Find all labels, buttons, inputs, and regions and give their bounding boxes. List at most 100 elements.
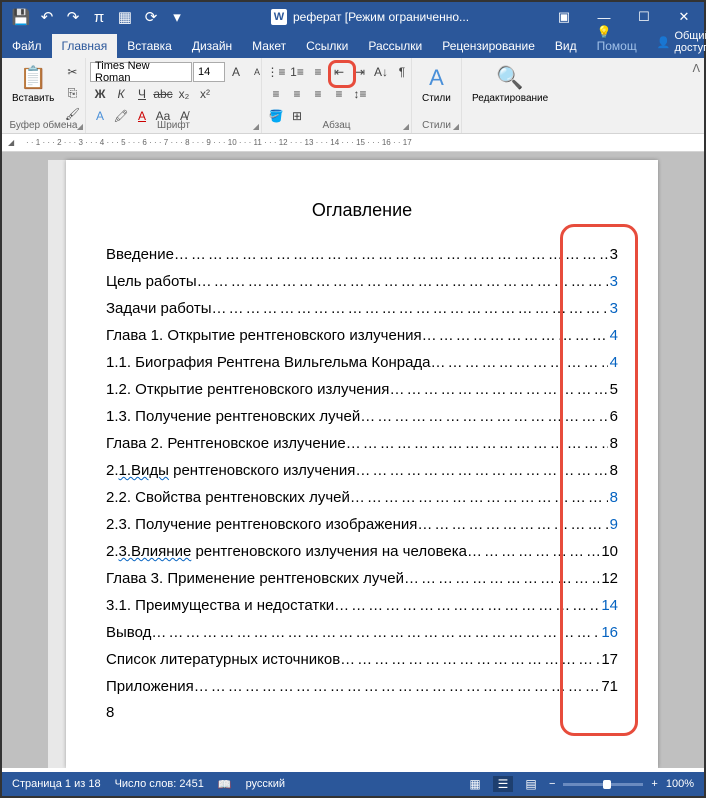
paste-button[interactable]: 📋 Вставить xyxy=(6,62,60,107)
line-spacing-icon[interactable]: ↕≡ xyxy=(350,84,370,104)
show-marks-icon[interactable]: ¶ xyxy=(392,62,412,82)
toc-text: 2.1.Виды рентгеновского излучения xyxy=(106,457,355,484)
tab-mailings[interactable]: Рассылки xyxy=(358,34,432,58)
copy-icon[interactable]: ⎘ xyxy=(62,83,82,103)
toc-text: Приложения xyxy=(106,673,194,700)
multilevel-icon[interactable]: ≡ xyxy=(308,62,328,82)
cut-icon[interactable]: ✂ xyxy=(62,62,82,82)
numbering-icon[interactable]: 1≡ xyxy=(287,62,307,82)
font-name-combo[interactable]: Times New Roman xyxy=(90,62,192,82)
group-label-clipboard: Буфер обмена xyxy=(2,120,85,131)
table-icon[interactable]: ▦ xyxy=(114,6,136,28)
align-center-icon[interactable]: ≡ xyxy=(287,84,307,104)
share-button[interactable]: 👤 Общий доступ xyxy=(647,26,706,58)
annotation-highlight-pages xyxy=(560,224,638,736)
subscript-icon[interactable]: x₂ xyxy=(174,84,194,104)
redo-icon[interactable]: ↷ xyxy=(62,6,84,28)
word-count[interactable]: Число слов: 2451 xyxy=(115,778,204,790)
align-left-icon[interactable]: ≡ xyxy=(266,84,286,104)
vertical-ruler[interactable] xyxy=(48,160,66,768)
ribbon-tabs: Файл Главная Вставка Дизайн Макет Ссылки… xyxy=(2,32,704,58)
web-layout-icon[interactable]: ▤ xyxy=(521,776,541,792)
clipboard-launcher-icon[interactable]: ◢ xyxy=(77,122,83,131)
toc-entry: 1.2. Открытие рентгеновского излучения……… xyxy=(106,376,618,403)
toc-entry: Список литературных источников…………………………… xyxy=(106,646,618,673)
find-icon: 🔍 xyxy=(496,65,523,91)
editing-button[interactable]: 🔍 Редактирование xyxy=(466,62,554,107)
refresh-icon[interactable]: ⟳ xyxy=(140,6,162,28)
language-indicator[interactable]: русский xyxy=(246,778,285,790)
toc-text: Глава 1. Открытие рентгеновского излучен… xyxy=(106,322,422,349)
toc-text: 3.1. Преимущества и недостатки xyxy=(106,592,334,619)
tab-home[interactable]: Главная xyxy=(52,34,118,58)
styles-icon: A xyxy=(429,65,444,91)
ribbon-options-icon[interactable]: ▣ xyxy=(544,2,584,32)
zoom-slider[interactable] xyxy=(563,783,643,786)
tab-help[interactable]: 💡 Помощ xyxy=(587,20,647,58)
sort-icon[interactable]: A↓ xyxy=(371,62,391,82)
tab-references[interactable]: Ссылки xyxy=(296,34,358,58)
pi-icon[interactable]: π xyxy=(88,6,110,28)
styles-button[interactable]: A Стили xyxy=(416,62,457,107)
toc-text: Глава 3. Применение рентгеновских лучей xyxy=(106,565,404,592)
collapse-ribbon-icon[interactable]: ᐱ xyxy=(692,62,700,75)
toc-list: Введение…………………………………………………………………………3Цел… xyxy=(106,241,618,700)
ribbon: 📋 Вставить ✂ ⎘ 🖌 Буфер обмена ◢ Times Ne… xyxy=(2,58,704,134)
zoom-in-icon[interactable]: + xyxy=(651,778,657,790)
group-label-paragraph: Абзац xyxy=(262,120,411,131)
group-editing: 🔍 Редактирование xyxy=(462,58,554,133)
toc-entry: Приложения…………………………………………………………………………71 xyxy=(106,673,618,700)
toc-text: Глава 2. Рентгеновское излучение xyxy=(106,430,346,457)
align-right-icon[interactable]: ≡ xyxy=(308,84,328,104)
toc-text: Список литературных источников xyxy=(106,646,340,673)
bullets-icon[interactable]: ⋮≡ xyxy=(266,62,286,82)
toc-entry: Глава 1. Открытие рентгеновского излучен… xyxy=(106,322,618,349)
read-mode-icon[interactable]: ▦ xyxy=(465,776,485,792)
italic-icon[interactable]: К xyxy=(111,84,131,104)
tab-review[interactable]: Рецензирование xyxy=(432,34,545,58)
superscript-icon[interactable]: x² xyxy=(195,84,215,104)
toc-text: Задачи работы xyxy=(106,295,211,322)
document-page[interactable]: Оглавление Введение………………………………………………………… xyxy=(66,160,658,768)
toc-leader: ………………………………………………………………………… xyxy=(151,619,599,646)
font-launcher-icon[interactable]: ◢ xyxy=(253,122,259,131)
tab-layout[interactable]: Макет xyxy=(242,34,296,58)
toc-entry: 2.3.Влияние рентгеновского излучения на … xyxy=(106,538,618,565)
toc-text: 1.3. Получение рентгеновских лучей xyxy=(106,403,360,430)
group-label-font: Шрифт xyxy=(86,120,261,131)
quick-access-toolbar: 💾 ↶ ↷ π ▦ ⟳ ▾ xyxy=(2,6,196,28)
toc-entry: 2.1.Виды рентгеновского излучения…………………… xyxy=(106,457,618,484)
underline-icon[interactable]: Ч xyxy=(132,84,152,104)
tab-design[interactable]: Дизайн xyxy=(182,34,242,58)
save-icon[interactable]: 💾 xyxy=(10,6,32,28)
orphan-text: 8 xyxy=(106,704,618,721)
toc-text: Введение xyxy=(106,241,174,268)
styles-launcher-icon[interactable]: ◢ xyxy=(453,122,459,131)
font-size-combo[interactable]: 14 xyxy=(193,62,225,82)
toc-text: 2.2. Свойства рентгеновских лучей xyxy=(106,484,350,511)
annotation-highlight-justify xyxy=(328,60,356,88)
strikethrough-icon[interactable]: abc xyxy=(153,84,173,104)
toc-entry: Глава 2. Рентгеновское излучение……………………… xyxy=(106,430,618,457)
tab-insert[interactable]: Вставка xyxy=(117,34,182,58)
zoom-out-icon[interactable]: − xyxy=(549,778,555,790)
toc-entry: 2.3. Получение рентгеновского изображени… xyxy=(106,511,618,538)
toc-text: 2.3. Получение рентгеновского изображени… xyxy=(106,511,417,538)
bold-icon[interactable]: Ж xyxy=(90,84,110,104)
tab-view[interactable]: Вид xyxy=(545,34,587,58)
zoom-level[interactable]: 100% xyxy=(666,778,694,790)
paragraph-launcher-icon[interactable]: ◢ xyxy=(403,122,409,131)
print-layout-icon[interactable]: ☰ xyxy=(493,776,513,792)
toc-entry: 1.1. Биография Рентгена Вильгельма Конра… xyxy=(106,349,618,376)
qat-dropdown-icon[interactable]: ▾ xyxy=(166,6,188,28)
toc-entry: Задачи работы………………………………………………………………………… xyxy=(106,295,618,322)
horizontal-ruler[interactable]: ◢ · · 1 · · · 2 · · · 3 · · · 4 · · · 5 … xyxy=(2,134,704,152)
document-title: реферат [Режим ограниченно... xyxy=(293,10,469,24)
page-indicator[interactable]: Страница 1 из 18 xyxy=(12,778,101,790)
undo-icon[interactable]: ↶ xyxy=(36,6,58,28)
toc-leader: ………………………………………………………………………… xyxy=(197,268,608,295)
grow-font-icon[interactable]: A xyxy=(226,62,246,82)
tab-file[interactable]: Файл xyxy=(2,34,52,58)
spellcheck-icon[interactable]: 📖 xyxy=(218,778,232,791)
toc-entry: Вывод…………………………………………………………………………16 xyxy=(106,619,618,646)
